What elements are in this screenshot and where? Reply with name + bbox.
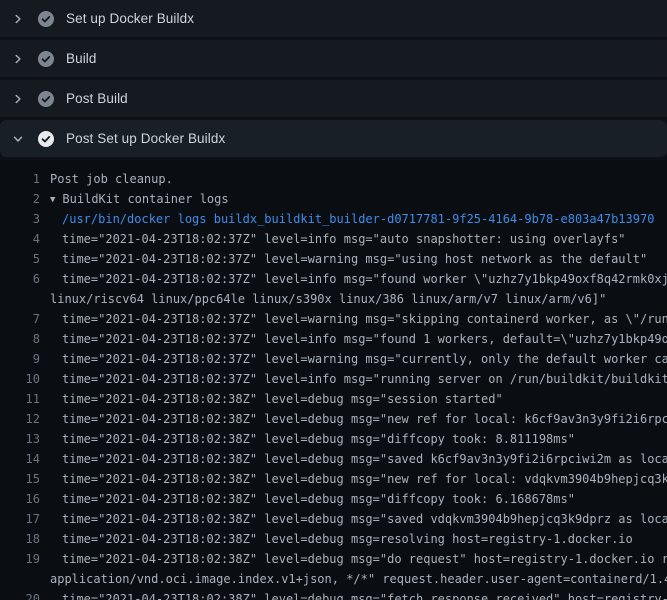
log-line-text: time="2021-04-23T18:02:37Z" level=info m… — [40, 369, 667, 389]
log-line-continuation: application/vnd.oci.image.index.v1+json,… — [0, 569, 667, 589]
log-line-text: application/vnd.oci.image.index.v1+json,… — [40, 569, 667, 589]
log-line: 13 time="2021-04-23T18:02:38Z" level=deb… — [0, 429, 667, 449]
log-line: 16 time="2021-04-23T18:02:38Z" level=deb… — [0, 489, 667, 509]
chevron-down-icon — [10, 131, 26, 147]
step-label: Post Build — [66, 91, 128, 106]
log-line: 1 Post job cleanup. — [0, 169, 667, 189]
log-line-number[interactable]: 17 — [0, 509, 40, 529]
log-line: 11 time="2021-04-23T18:02:38Z" level=deb… — [0, 389, 667, 409]
log-line-continuation: linux/riscv64 linux/ppc64le linux/s390x … — [0, 289, 667, 309]
log-line-number[interactable]: 18 — [0, 529, 40, 549]
log-line-number — [0, 569, 40, 589]
log-line-text: linux/riscv64 linux/ppc64le linux/s390x … — [40, 289, 606, 309]
chevron-right-icon — [10, 51, 26, 67]
log-line-number[interactable]: 16 — [0, 489, 40, 509]
group-expanded-triangle-icon: ▼ — [50, 190, 55, 209]
log-line-number[interactable]: 4 — [0, 229, 40, 249]
log-line: 6 time="2021-04-23T18:02:37Z" level=info… — [0, 269, 667, 289]
log-line-text: Post job cleanup. — [40, 169, 173, 189]
log-line-number[interactable]: 10 — [0, 369, 40, 389]
log-line-number[interactable]: 7 — [0, 309, 40, 329]
success-check-icon — [38, 11, 54, 27]
log-line-number[interactable]: 2 — [0, 189, 40, 209]
log-line: 7 time="2021-04-23T18:02:37Z" level=warn… — [0, 309, 667, 329]
log-group-header: 2 ▼ BuildKit container logs — [0, 189, 667, 209]
log-line-text: time="2021-04-23T18:02:37Z" level=warnin… — [40, 249, 647, 269]
log-line-number[interactable]: 1 — [0, 169, 40, 189]
step-label: Set up Docker Buildx — [66, 11, 194, 26]
log-group-toggle[interactable]: ▼ BuildKit container logs — [40, 189, 229, 209]
log-line-number[interactable]: 11 — [0, 389, 40, 409]
log-line-text: time="2021-04-23T18:02:37Z" level=info m… — [40, 329, 667, 349]
chevron-right-icon — [10, 11, 26, 27]
step-label: Post Set up Docker Buildx — [66, 131, 225, 146]
step-label: Build — [66, 51, 97, 66]
log-line-text: time="2021-04-23T18:02:38Z" level=debug … — [40, 409, 667, 429]
log-line-text: time="2021-04-23T18:02:37Z" level=info m… — [40, 229, 626, 249]
log-line-text: time="2021-04-23T18:02:37Z" level=warnin… — [40, 349, 667, 369]
log-line-number[interactable]: 12 — [0, 409, 40, 429]
log-line-number[interactable]: 6 — [0, 269, 40, 289]
log-line-number[interactable]: 13 — [0, 429, 40, 449]
step-row-build[interactable]: Build — [0, 40, 667, 77]
log-line: 17 time="2021-04-23T18:02:38Z" level=deb… — [0, 509, 667, 529]
log-line: 9 time="2021-04-23T18:02:37Z" level=warn… — [0, 349, 667, 369]
log-line-text: time="2021-04-23T18:02:38Z" level=debug … — [40, 389, 503, 409]
log-line: 19 time="2021-04-23T18:02:38Z" level=deb… — [0, 549, 667, 569]
log-line: 14 time="2021-04-23T18:02:38Z" level=deb… — [0, 449, 667, 469]
log-line-text: time="2021-04-23T18:02:38Z" level=debug … — [40, 549, 667, 569]
log-line: 10 time="2021-04-23T18:02:37Z" level=inf… — [0, 369, 667, 389]
step-row-post-set-up-docker-buildx[interactable]: Post Set up Docker Buildx — [0, 120, 667, 157]
log-group-title: BuildKit container logs — [62, 192, 228, 206]
log-line: 15 time="2021-04-23T18:02:38Z" level=deb… — [0, 469, 667, 489]
log-line-text: time="2021-04-23T18:02:38Z" level=debug … — [40, 529, 633, 549]
log-line-text: time="2021-04-23T18:02:37Z" level=warnin… — [40, 309, 667, 329]
step-log-output: 1 Post job cleanup. 2 ▼ BuildKit containe… — [0, 160, 667, 600]
log-line-text: time="2021-04-23T18:02:38Z" level=debug … — [40, 509, 667, 529]
log-line-text: time="2021-04-23T18:02:38Z" level=debug … — [40, 449, 667, 469]
log-line: 18 time="2021-04-23T18:02:38Z" level=deb… — [0, 529, 667, 549]
log-line-number[interactable]: 5 — [0, 249, 40, 269]
log-line-text: time="2021-04-23T18:02:38Z" level=debug … — [40, 489, 575, 509]
log-line-text: time="2021-04-23T18:02:38Z" level=debug … — [40, 589, 667, 600]
log-line-number — [0, 289, 40, 309]
step-row-set-up-docker-buildx[interactable]: Set up Docker Buildx — [0, 0, 667, 37]
log-line-number[interactable]: 9 — [0, 349, 40, 369]
log-line: 4 time="2021-04-23T18:02:37Z" level=info… — [0, 229, 667, 249]
log-line-text: time="2021-04-23T18:02:38Z" level=debug … — [40, 469, 667, 489]
log-line: 8 time="2021-04-23T18:02:37Z" level=info… — [0, 329, 667, 349]
log-line: 20 time="2021-04-23T18:02:38Z" level=deb… — [0, 589, 667, 600]
log-line-number[interactable]: 3 — [0, 209, 40, 229]
log-line: 5 time="2021-04-23T18:02:37Z" level=warn… — [0, 249, 667, 269]
success-check-icon — [38, 131, 54, 147]
success-check-icon — [38, 91, 54, 107]
log-command-line: 3 /usr/bin/docker logs buildx_buildkit_b… — [0, 209, 667, 229]
log-line: 12 time="2021-04-23T18:02:38Z" level=deb… — [0, 409, 667, 429]
step-row-post-build[interactable]: Post Build — [0, 80, 667, 117]
log-line-number[interactable]: 14 — [0, 449, 40, 469]
success-check-icon — [38, 51, 54, 67]
log-line-number[interactable]: 15 — [0, 469, 40, 489]
log-line-text: time="2021-04-23T18:02:37Z" level=info m… — [40, 269, 667, 289]
chevron-right-icon — [10, 91, 26, 107]
log-line-number[interactable]: 20 — [0, 589, 40, 600]
log-line-number[interactable]: 19 — [0, 549, 40, 569]
log-line-number[interactable]: 8 — [0, 329, 40, 349]
log-command-text: /usr/bin/docker logs buildx_buildkit_bui… — [40, 209, 654, 229]
log-line-text: time="2021-04-23T18:02:38Z" level=debug … — [40, 429, 575, 449]
workflow-steps-panel: Set up Docker Buildx Build Post Build Po… — [0, 0, 667, 157]
